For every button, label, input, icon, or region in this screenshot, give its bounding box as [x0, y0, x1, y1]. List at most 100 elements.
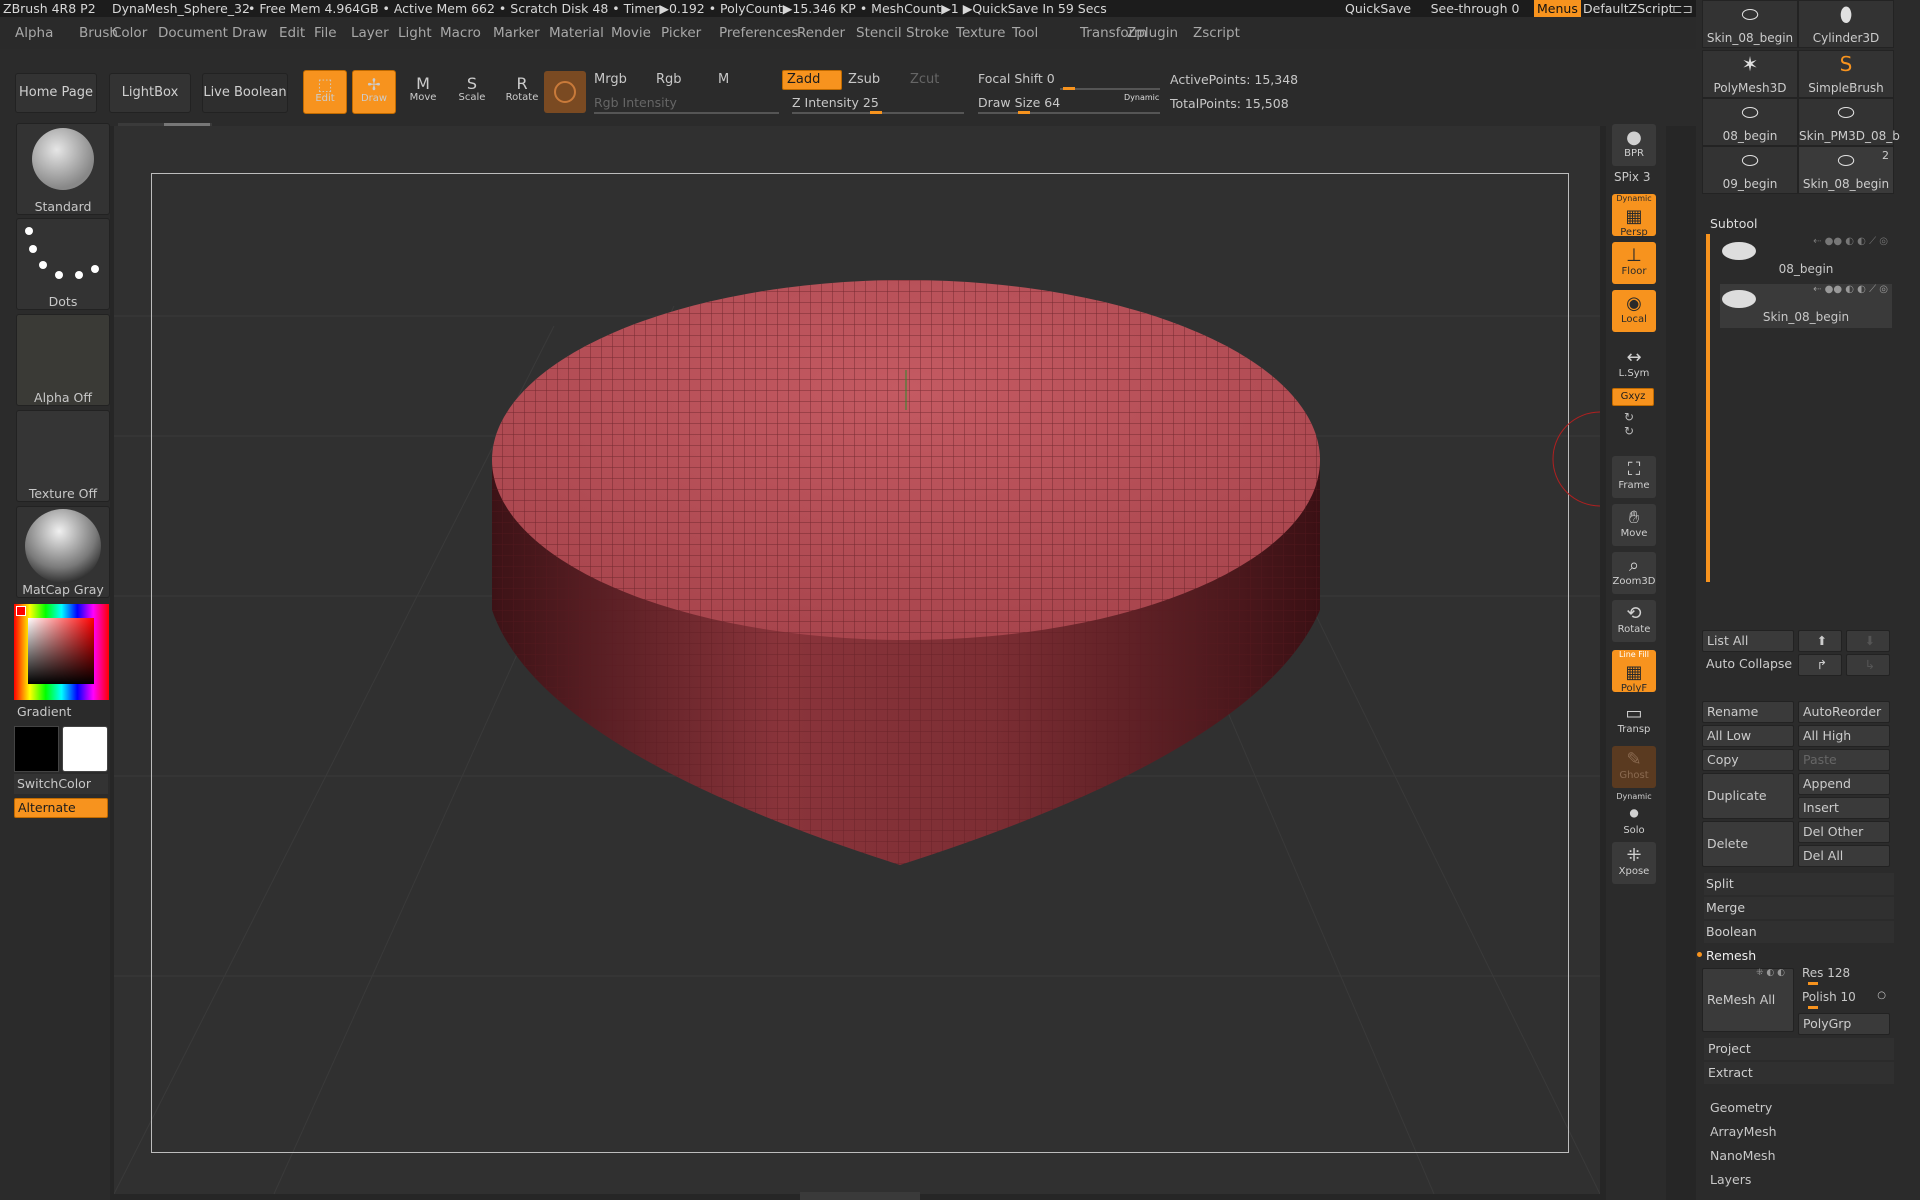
- solo-button[interactable]: Dynamic ⚫︎ Solo: [1612, 792, 1656, 836]
- res-slider[interactable]: Res 128: [1798, 966, 1890, 986]
- persp-button[interactable]: Dynamic ▦ Persp: [1612, 194, 1656, 238]
- mesh-model[interactable]: [480, 280, 1330, 880]
- remesh-section[interactable]: Remesh: [1704, 945, 1894, 967]
- draw-size-knob[interactable]: [1018, 111, 1030, 114]
- zadd-button[interactable]: Zadd: [782, 70, 842, 90]
- edit-button[interactable]: ⬚ Edit: [303, 70, 347, 114]
- gradient-label[interactable]: Gradient: [17, 704, 71, 719]
- menu-layer[interactable]: Layer: [351, 25, 389, 41]
- tool-thumbnail[interactable]: ⬭ 08_begin: [1702, 98, 1798, 146]
- polyf-button[interactable]: Line Fill ▦ PolyF: [1612, 650, 1656, 694]
- live-boolean-button[interactable]: Live Boolean: [202, 73, 288, 113]
- append-button[interactable]: Append: [1798, 773, 1890, 795]
- subtool-scrollbar[interactable]: [1706, 234, 1710, 582]
- rotate-view-button[interactable]: ⟲ Rotate: [1612, 600, 1656, 642]
- subtool-item-selected[interactable]: ⇠ ●● ◐ ◐ ⟋ ◎ Skin_08_begin: [1720, 284, 1892, 328]
- tool-thumbnail[interactable]: ⬭ Skin_08_begin: [1702, 0, 1798, 48]
- bottom-tray-handle[interactable]: [800, 1192, 920, 1200]
- brush-selector[interactable]: Standard: [16, 123, 110, 215]
- transp-button[interactable]: ▭ Transp: [1612, 700, 1656, 742]
- menu-render[interactable]: Render: [797, 25, 845, 41]
- draw-button[interactable]: ✢ Draw: [352, 70, 396, 114]
- frame-button[interactable]: ⛶ Frame: [1612, 456, 1656, 498]
- autoreorder-button[interactable]: AutoReorder: [1798, 701, 1890, 723]
- menu-stroke[interactable]: Stroke: [906, 25, 949, 41]
- menu-material[interactable]: Material: [549, 25, 604, 41]
- menu-tool[interactable]: Tool: [1012, 25, 1038, 41]
- duplicate-button[interactable]: Duplicate: [1702, 773, 1794, 819]
- zsub-button[interactable]: Zsub: [848, 72, 880, 87]
- delete-button[interactable]: Delete: [1702, 821, 1794, 867]
- texture-selector[interactable]: Texture Off: [16, 410, 110, 502]
- tool-thumbnail[interactable]: ⬭ Skin_PM3D_08_b: [1798, 98, 1900, 146]
- bpr-button[interactable]: ● BPR: [1612, 124, 1656, 166]
- merge-section[interactable]: Merge: [1704, 897, 1894, 919]
- switchcolor-button[interactable]: SwitchColor: [14, 774, 108, 794]
- polish-circle-icon[interactable]: ○: [1877, 990, 1886, 1001]
- rgb-button[interactable]: Rgb: [656, 72, 682, 87]
- color-square[interactable]: [28, 618, 94, 684]
- primary-color-swatch[interactable]: [14, 726, 59, 772]
- project-section[interactable]: Project: [1704, 1038, 1894, 1060]
- secondary-color-swatch[interactable]: [62, 726, 108, 772]
- menu-picker[interactable]: Picker: [661, 25, 701, 41]
- alpha-selector[interactable]: Alpha Off: [16, 314, 110, 406]
- material-sphere-button[interactable]: [544, 71, 586, 113]
- polygrp-button[interactable]: PolyGrp: [1798, 1013, 1890, 1035]
- geometry-section[interactable]: Geometry: [1710, 1100, 1772, 1115]
- quicksave-button[interactable]: QuickSave: [1345, 0, 1411, 17]
- del-all-button[interactable]: Del All: [1798, 845, 1890, 867]
- menus-toggle[interactable]: Menus: [1534, 0, 1581, 17]
- menu-edit[interactable]: Edit: [279, 25, 305, 41]
- extract-section[interactable]: Extract: [1704, 1062, 1894, 1084]
- menu-document[interactable]: Document: [158, 25, 228, 41]
- tool-thumbnail[interactable]: ⬭ 09_begin: [1702, 146, 1798, 194]
- move-button[interactable]: M Move: [401, 70, 445, 114]
- lightbox-button[interactable]: LightBox: [109, 73, 191, 113]
- subtool-item[interactable]: ⇠ ●● ◐ ◐ ⟋ ◎ 08_begin: [1720, 236, 1892, 280]
- stroke-selector[interactable]: Dots: [16, 218, 110, 310]
- polish-slider[interactable]: Polish 10 ○: [1798, 990, 1890, 1010]
- zcut-button[interactable]: Zcut: [910, 72, 939, 87]
- rotate-button[interactable]: R Rotate: [500, 70, 544, 114]
- copy-button[interactable]: Copy: [1702, 749, 1794, 771]
- menu-file[interactable]: File: [314, 25, 337, 41]
- spix-slider[interactable]: SPix 3: [1614, 170, 1650, 184]
- menu-alpha[interactable]: Alpha: [15, 25, 53, 41]
- del-other-button[interactable]: Del Other: [1798, 821, 1890, 843]
- layers-section[interactable]: Layers: [1710, 1172, 1751, 1187]
- tool-thumbnail[interactable]: S SimpleBrush: [1798, 50, 1894, 98]
- color-picker[interactable]: [14, 604, 109, 700]
- arraymesh-section[interactable]: ArrayMesh: [1710, 1124, 1777, 1139]
- xpose-button[interactable]: ⁜ Xpose: [1612, 842, 1656, 884]
- move-view-button[interactable]: ✋︎ Move: [1612, 504, 1656, 546]
- subtool-visibility-icons[interactable]: ⇠ ●● ◐ ◐ ⟋ ◎: [1813, 284, 1888, 295]
- lsym-button[interactable]: ↔ L.Sym: [1612, 344, 1656, 386]
- draw-size-slider[interactable]: [978, 112, 1160, 114]
- axis-rotate-icons[interactable]: ↻ ↻: [1624, 410, 1634, 438]
- all-low-button[interactable]: All Low: [1702, 725, 1794, 747]
- z-intensity-knob[interactable]: [870, 111, 882, 114]
- subtool-header[interactable]: Subtool: [1696, 214, 1896, 234]
- material-selector[interactable]: MatCap Gray: [16, 506, 110, 598]
- menu-light[interactable]: Light: [398, 25, 432, 41]
- mrgb-button[interactable]: Mrgb: [594, 72, 627, 87]
- rgb-intensity-slider[interactable]: [594, 112, 779, 114]
- arrow-right-button[interactable]: ↱: [1798, 654, 1842, 676]
- all-high-button[interactable]: All High: [1798, 725, 1890, 747]
- menu-draw[interactable]: Draw: [232, 25, 267, 41]
- focal-shift-knob[interactable]: [1063, 87, 1075, 90]
- menu-texture[interactable]: Texture: [956, 25, 1005, 41]
- zoom3d-button[interactable]: ⌕ Zoom3D: [1612, 552, 1656, 594]
- move-down-button[interactable]: ⬇: [1846, 630, 1890, 652]
- default-zscript[interactable]: DefaultZScript: [1583, 0, 1674, 17]
- tool-thumbnail[interactable]: ⬮ Cylinder3D: [1798, 0, 1894, 48]
- menu-macro[interactable]: Macro: [440, 25, 481, 41]
- boolean-section[interactable]: Boolean: [1704, 921, 1894, 943]
- scale-button[interactable]: S Scale: [450, 70, 494, 114]
- menu-stencil[interactable]: Stencil: [856, 25, 902, 41]
- paste-button[interactable]: Paste: [1798, 749, 1890, 771]
- dynamic-toggle[interactable]: Dynamic: [1124, 93, 1159, 102]
- focal-shift-slider[interactable]: [1060, 88, 1160, 90]
- nanomesh-section[interactable]: NanoMesh: [1710, 1148, 1776, 1163]
